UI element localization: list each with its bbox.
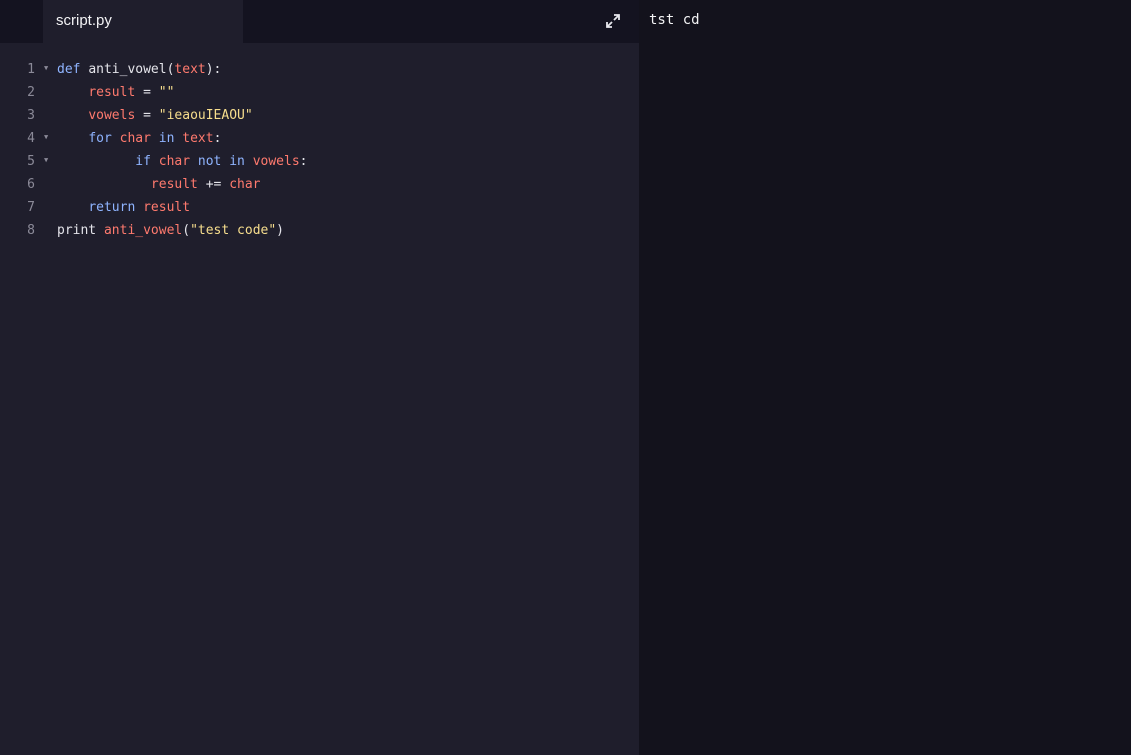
code-line: 8 print anti_vowel("test code") bbox=[0, 219, 639, 242]
line-number: 5 bbox=[27, 154, 35, 169]
code-line: 5 ▼ if char not in vowels: bbox=[0, 150, 639, 173]
fold-arrow-icon[interactable]: ▼ bbox=[44, 127, 48, 147]
fold-arrow-icon[interactable]: ▼ bbox=[44, 150, 48, 170]
code-editor[interactable]: 1 ▼ def anti_vowel(text): 2 result = "" 3 vo… bbox=[0, 58, 639, 242]
code-text: return result bbox=[88, 200, 191, 215]
code-text: def anti_vowel(text): bbox=[57, 62, 222, 77]
line-number: 6 bbox=[27, 177, 35, 192]
code-text: if char not in vowels: bbox=[135, 154, 308, 169]
tab-script-py[interactable]: script.py bbox=[43, 0, 243, 43]
tab-label: script.py bbox=[56, 12, 112, 29]
line-number: 1 bbox=[27, 62, 35, 77]
editor-panel: script.py 1 ▼ def anti_vowel(text): 2 resul… bbox=[0, 0, 639, 755]
code-text: result = "" bbox=[88, 85, 175, 100]
fold-arrow-icon[interactable]: ▼ bbox=[44, 58, 48, 78]
code-line: 7 return result bbox=[0, 196, 639, 219]
line-number: 2 bbox=[27, 85, 35, 100]
tab-bar: script.py bbox=[0, 0, 639, 43]
expand-icon[interactable] bbox=[604, 12, 622, 30]
code-line: 2 result = "" bbox=[0, 81, 639, 104]
code-line: 6 result += char bbox=[0, 173, 639, 196]
line-number: 3 bbox=[27, 108, 35, 123]
code-line: 4 ▼ for char in text: bbox=[0, 127, 639, 150]
code-line: 3 vowels = "ieaouIEAOU" bbox=[0, 104, 639, 127]
output-panel: tst cd bbox=[639, 0, 1131, 755]
line-number: 7 bbox=[27, 200, 35, 215]
line-number: 8 bbox=[27, 223, 35, 238]
code-line: 1 ▼ def anti_vowel(text): bbox=[0, 58, 639, 81]
code-text: vowels = "ieaouIEAOU" bbox=[88, 108, 253, 123]
line-number: 4 bbox=[27, 131, 35, 146]
output-text: tst cd bbox=[649, 12, 700, 28]
code-text: result += char bbox=[150, 177, 261, 192]
code-text: for char in text: bbox=[88, 131, 222, 146]
code-text: print anti_vowel("test code") bbox=[57, 223, 284, 238]
